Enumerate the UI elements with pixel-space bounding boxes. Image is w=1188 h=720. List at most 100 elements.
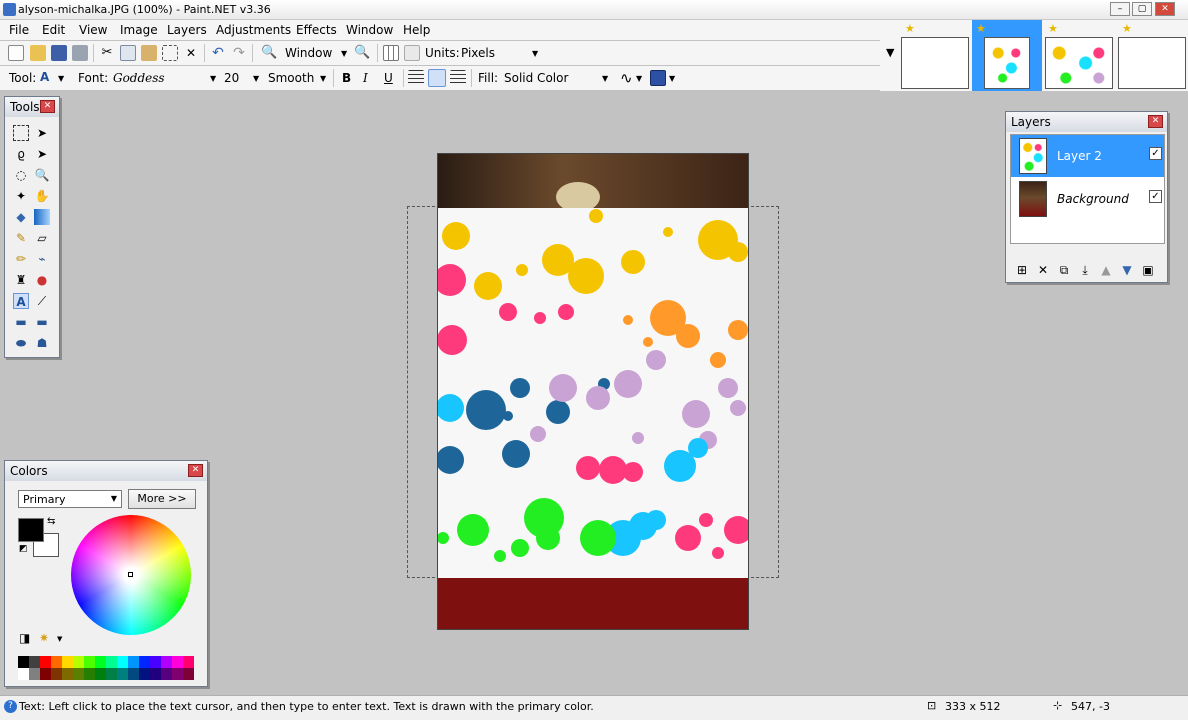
close-button[interactable]: ✕ [1155, 2, 1175, 16]
menu-layers[interactable]: Layers [167, 23, 207, 37]
minimize-button[interactable]: – [1110, 2, 1130, 16]
move-selected-icon[interactable]: ➤ [34, 146, 50, 162]
chevron-down-icon[interactable]: ▼ [341, 49, 347, 58]
font-select[interactable]: Goddess [113, 71, 165, 85]
zoom-out-icon[interactable]: 🔍 [261, 45, 277, 61]
merge-layer-icon[interactable]: ⤓ [1077, 262, 1093, 278]
save-icon[interactable] [51, 45, 67, 61]
chevron-down-icon[interactable]: ▼ [253, 74, 259, 83]
text-tool-icon[interactable]: A [40, 70, 49, 84]
add-layer-icon[interactable]: ⊞ [1014, 262, 1030, 278]
chevron-down-icon[interactable]: ▼ [320, 74, 326, 83]
chevron-down-icon[interactable]: ▼ [58, 74, 64, 83]
grid-icon[interactable] [383, 45, 399, 61]
ruler-icon[interactable] [404, 45, 420, 61]
bold-button[interactable]: B [342, 71, 351, 85]
menu-help[interactable]: Help [403, 23, 430, 37]
chevron-down-icon[interactable]: ▼ [532, 49, 538, 58]
duplicate-layer-icon[interactable]: ⧉ [1056, 262, 1072, 278]
document-thumbnail-1[interactable] [901, 37, 969, 89]
italic-button[interactable]: I [363, 71, 368, 85]
primary-select[interactable]: Primary ▼ [18, 490, 122, 508]
crop-icon[interactable] [162, 45, 178, 61]
units-select[interactable]: Pixels [461, 46, 495, 60]
layer-visibility-checkbox[interactable]: ✓ [1149, 147, 1162, 160]
menu-edit[interactable]: Edit [42, 23, 65, 37]
layers-close-button[interactable]: ✕ [1148, 115, 1163, 128]
print-icon[interactable] [72, 45, 88, 61]
color-picker-icon[interactable]: ⌁ [34, 251, 50, 267]
document-thumbnail-4[interactable] [1118, 37, 1186, 89]
rectangle-icon[interactable]: ▬ [13, 314, 29, 330]
magic-wand-icon[interactable]: ✦ [13, 188, 29, 204]
redo-icon[interactable]: ↷ [231, 45, 247, 61]
fill-select[interactable]: Solid Color [504, 71, 568, 85]
cut-icon[interactable]: ✂ [99, 45, 115, 61]
rounded-rectangle-icon[interactable]: ▬ [34, 314, 50, 330]
palette-icon[interactable]: ◨ [19, 631, 30, 645]
move-layer-down-icon[interactable]: ▼ [1119, 262, 1135, 278]
open-file-icon[interactable] [30, 45, 46, 61]
pan-icon[interactable]: ✋ [34, 188, 50, 204]
curve-icon[interactable]: ∿ [620, 69, 633, 87]
ellipse-select-icon[interactable]: ◌ [13, 167, 29, 183]
palette-menu-icon[interactable]: ✷ [39, 631, 49, 645]
text-icon[interactable]: A [13, 293, 29, 309]
chevron-down-icon[interactable]: ▼ [669, 74, 675, 83]
undo-icon[interactable]: ↶ [210, 45, 226, 61]
dropdown-arrow-icon[interactable]: ▼ [886, 46, 894, 59]
antialias-select[interactable]: Smooth [268, 71, 314, 85]
blend-mode-icon[interactable] [650, 70, 666, 86]
deselect-icon[interactable]: ✕ [183, 45, 199, 61]
copy-icon[interactable] [120, 45, 136, 61]
font-size-select[interactable]: 20 [224, 71, 239, 85]
align-center-icon[interactable] [428, 69, 446, 87]
line-curve-icon[interactable]: ⟋ [34, 293, 50, 309]
layer-properties-icon[interactable]: ▣ [1140, 262, 1156, 278]
new-file-icon[interactable] [8, 45, 24, 61]
move-selection-icon[interactable]: ➤ [34, 125, 50, 141]
ellipse-icon[interactable]: ⬬ [13, 335, 29, 351]
swap-colors-icon[interactable]: ⇆ [47, 516, 55, 527]
tools-close-button[interactable]: ✕ [40, 100, 55, 113]
chevron-down-icon[interactable]: ▼ [210, 74, 216, 83]
menu-adjustments[interactable]: Adjustments [216, 23, 291, 37]
recolor-icon[interactable]: ● [34, 272, 50, 288]
colors-close-button[interactable]: ✕ [188, 464, 203, 477]
eraser-icon[interactable]: ▱ [34, 230, 50, 246]
gradient-icon[interactable] [34, 209, 50, 225]
align-left-icon[interactable] [408, 70, 424, 86]
menu-image[interactable]: Image [120, 23, 158, 37]
underline-button[interactable]: U [384, 71, 393, 85]
zoom-window-select[interactable]: Window [285, 46, 332, 60]
menu-effects[interactable]: Effects [296, 23, 337, 37]
rectangle-select-icon[interactable] [13, 125, 29, 141]
chevron-down-icon[interactable]: ▼ [636, 74, 642, 83]
primary-color-swatch[interactable] [18, 518, 44, 542]
color-palette[interactable] [18, 656, 196, 680]
menu-window[interactable]: Window [346, 23, 393, 37]
freeform-shape-icon[interactable]: ☗ [34, 335, 50, 351]
maximize-button[interactable]: ▢ [1132, 2, 1152, 16]
lasso-icon[interactable]: ϱ [13, 146, 29, 162]
layer-row-background[interactable]: Background ✓ [1011, 178, 1164, 220]
paste-icon[interactable] [141, 45, 157, 61]
chevron-down-icon[interactable]: ▼ [602, 74, 608, 83]
move-layer-up-icon[interactable]: ▲ [1098, 262, 1114, 278]
align-right-icon[interactable] [450, 70, 466, 86]
menu-file[interactable]: File [9, 23, 29, 37]
chevron-down-icon[interactable]: ▼ [57, 635, 62, 643]
zoom-icon[interactable]: 🔍 [34, 167, 50, 183]
paintbrush-icon[interactable]: ✎ [13, 230, 29, 246]
layer-row-layer-2[interactable]: Layer 2 ✓ [1011, 135, 1164, 177]
menu-view[interactable]: View [79, 23, 107, 37]
reset-colors-icon[interactable]: ◩ [19, 544, 28, 554]
pencil-icon[interactable]: ✏ [13, 251, 29, 267]
document-thumbnail-3[interactable] [1045, 37, 1113, 89]
layer-visibility-checkbox[interactable]: ✓ [1149, 190, 1162, 203]
more-button[interactable]: More >> [128, 489, 196, 509]
document-thumbnail-2[interactable] [984, 37, 1030, 89]
image-canvas[interactable] [437, 153, 749, 630]
paint-bucket-icon[interactable]: ◆ [13, 209, 29, 225]
clone-stamp-icon[interactable]: ♜ [13, 272, 29, 288]
